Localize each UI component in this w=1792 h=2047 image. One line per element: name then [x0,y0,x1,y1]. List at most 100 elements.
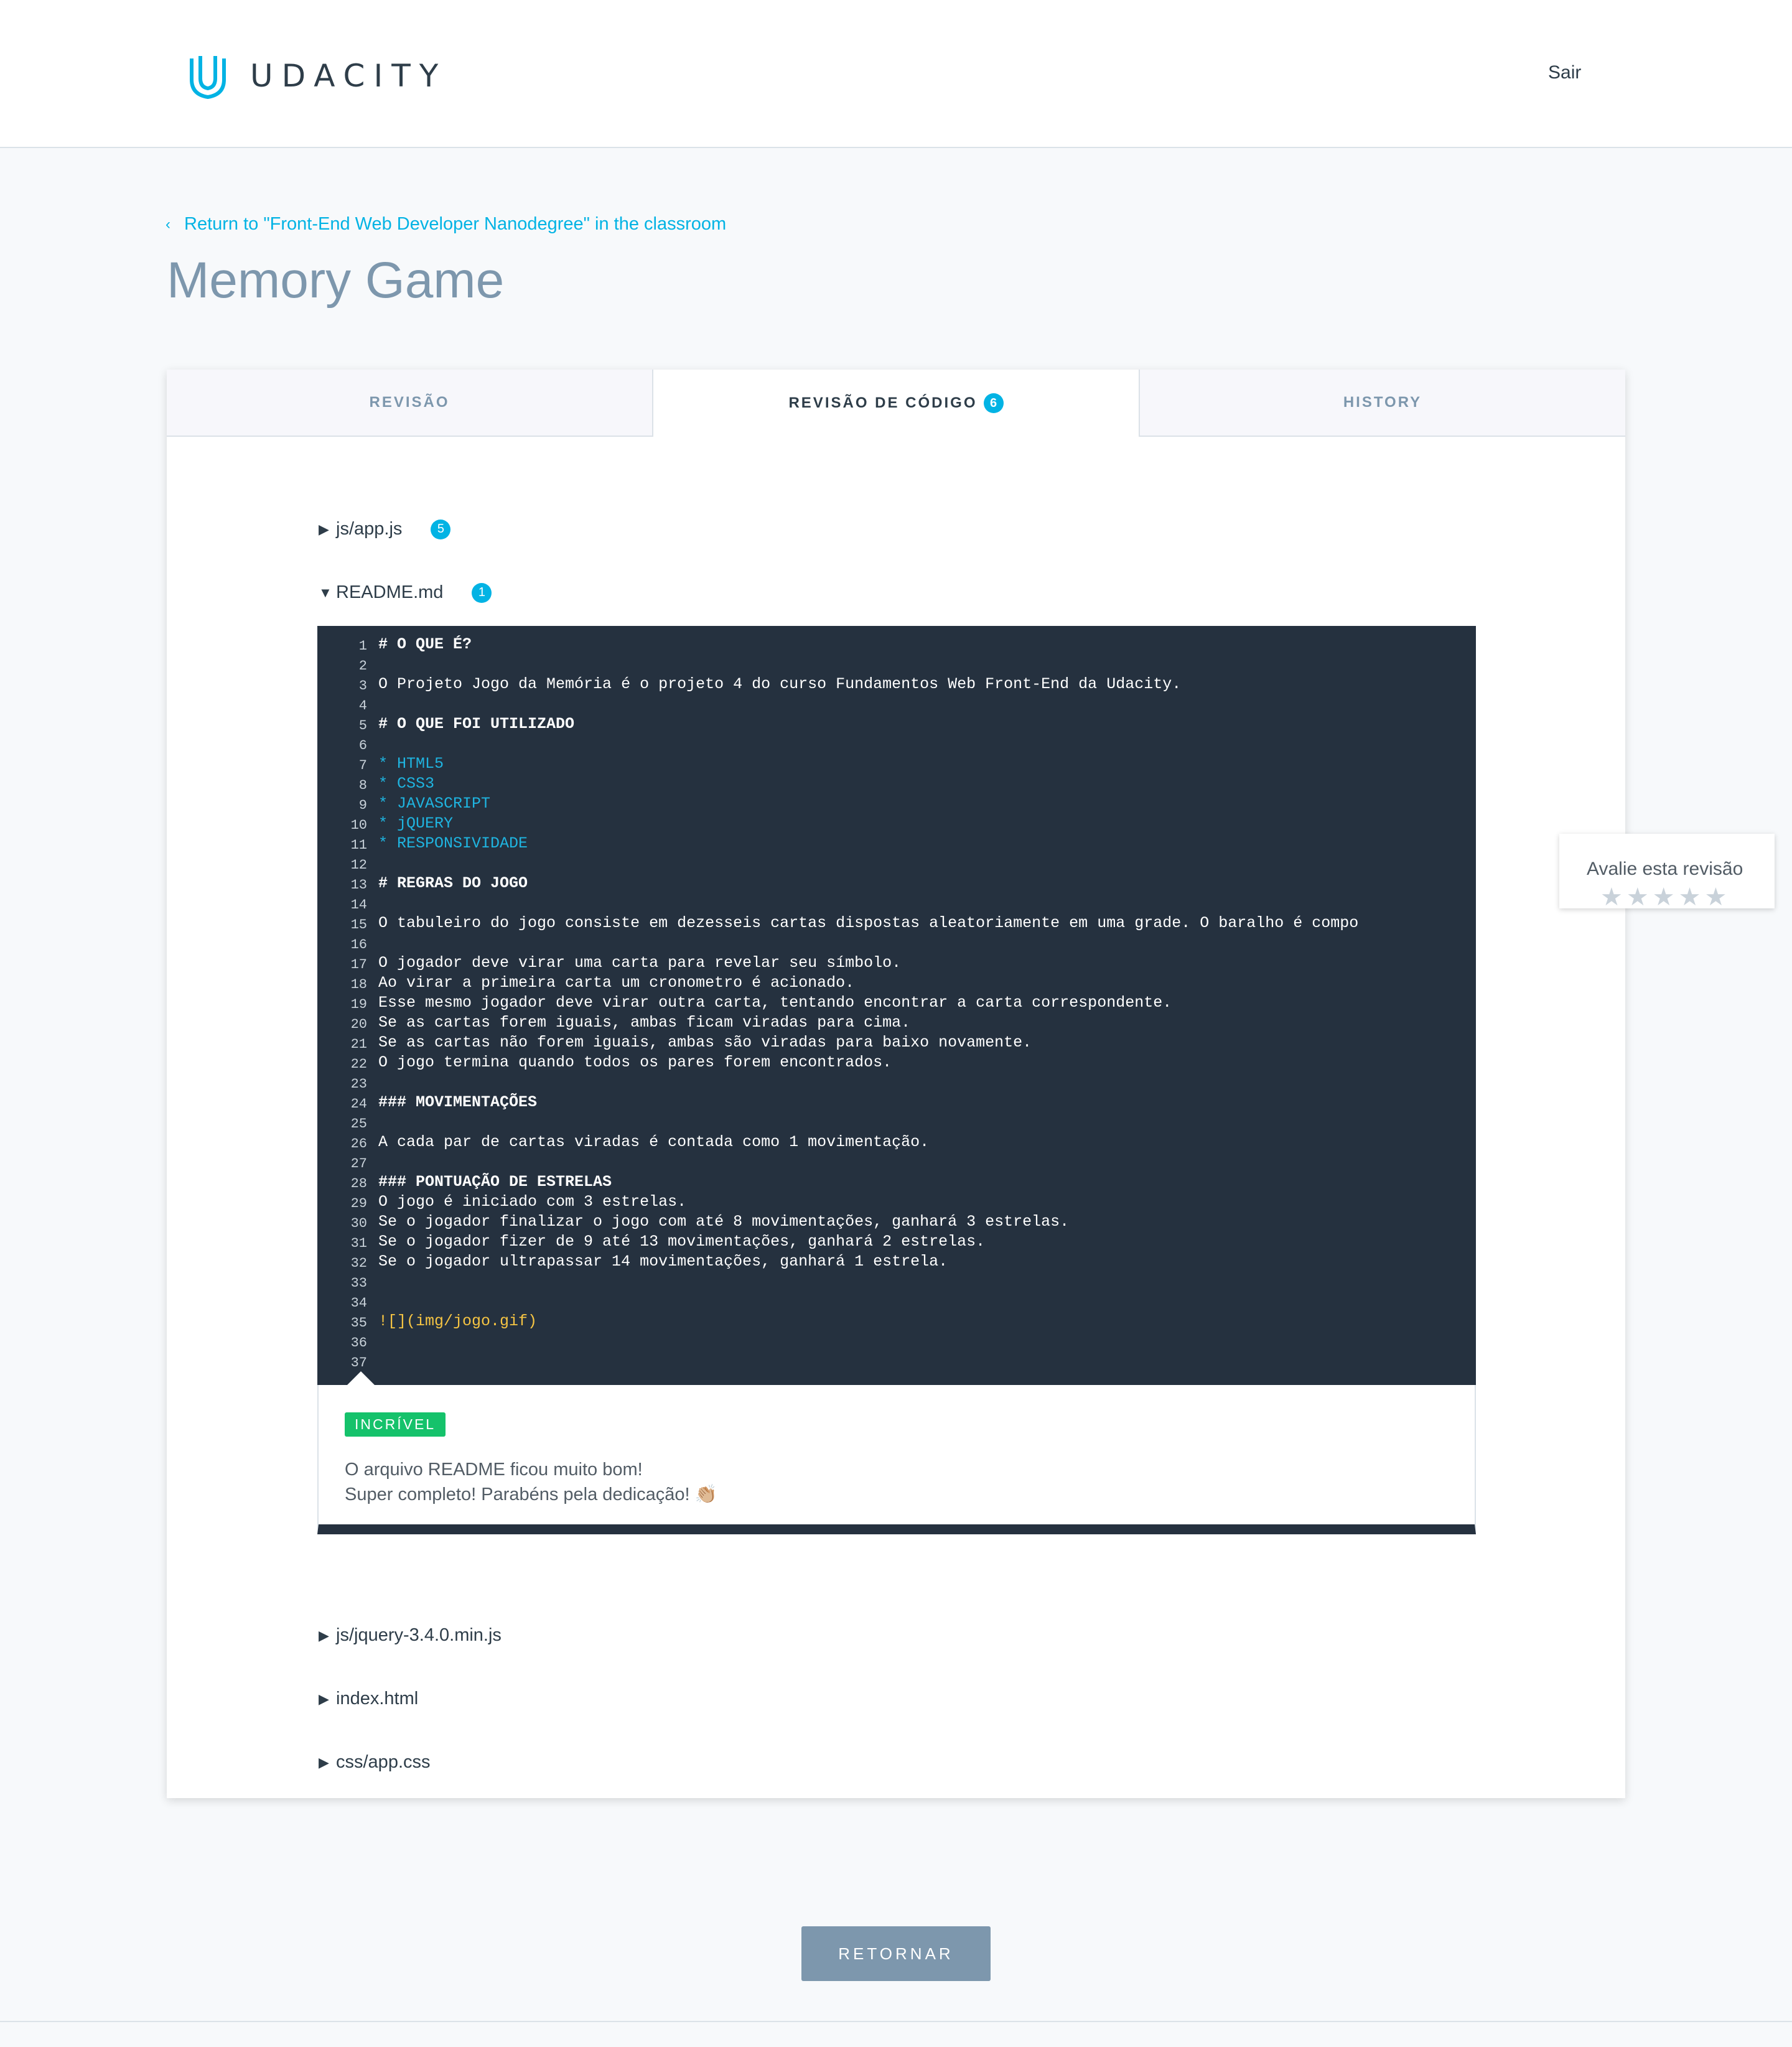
return-button[interactable]: RETORNAR [801,1926,991,1981]
line-text: * RESPONSIVIDADE [378,834,528,852]
back-link-label: Return to "Front-End Web Developer Nanod… [184,214,727,234]
line-text: O Projeto Jogo da Memória é o projeto 4 … [378,675,1182,693]
line-text: # O QUE FOI UTILIZADO [378,715,575,733]
code-line: 12 [317,854,378,874]
line-number: 6 [358,738,367,753]
code-line: 13 # REGRAS DO JOGO [317,874,528,893]
star-icon[interactable]: ★ [1600,885,1623,908]
line-number: 13 [350,877,367,893]
file-name: js/app.js [336,519,403,539]
line-text: O jogo termina quando todos os pares for… [378,1053,892,1071]
top-header: UDACITY Sair [0,0,1792,148]
line-number: 3 [358,678,367,694]
code-line: 28 ### PONTUAÇÃO DE ESTRELAS [317,1172,612,1192]
line-text: * JAVASCRIPT [378,795,491,813]
tab-code-review-label: REVISÃO DE CÓDIGO [788,394,978,411]
review-comment: INCRÍVEL O arquivo README ficou muito bo… [317,1371,1476,1534]
star-icon[interactable]: ★ [1679,885,1701,908]
clapping-hands-icon: 👏🏼 [694,1485,717,1504]
tab-code-review[interactable]: REVISÃO DE CÓDIGO 6 [652,370,1140,437]
line-number: 27 [350,1156,367,1172]
line-number: 1 [358,638,367,654]
line-text: O jogador deve virar uma carta para reve… [378,954,902,972]
line-number: 31 [350,1236,367,1251]
code-line: 20 Se as cartas forem iguais, ambas ficam… [317,1013,911,1033]
code-line: 32 Se o jogador ultrapassar 14 movimentaç… [317,1252,948,1272]
code-line: 27 [317,1152,378,1172]
caret-right-icon: ▶ [319,1690,329,1707]
line-number: 35 [350,1315,367,1331]
back-to-classroom-link[interactable]: ‹ Return to "Front-End Web Developer Nan… [166,214,726,235]
line-text: O jogo é iniciado com 3 estrelas. [378,1193,687,1211]
file-item-app-js[interactable]: ▶ js/app.js 5 [319,519,451,539]
line-text: Ao virar a primeira carta um cronometro … [378,974,855,992]
line-number: 30 [350,1216,367,1231]
code-line: 9 * JAVASCRIPT [317,794,490,814]
code-line: 19 Esse mesmo jogador deve virar outra ca… [317,993,1172,1013]
line-number: 23 [350,1076,367,1092]
code-line: 24 ### MOVIMENTAÇÕES [317,1093,537,1112]
code-line: 16 [317,933,378,953]
line-number: 25 [350,1116,367,1132]
star-icon[interactable]: ★ [1704,885,1727,908]
code-line: 18 Ao virar a primeira carta um cronometr… [317,973,855,993]
code-line: 17 O jogador deve virar uma carta para re… [317,953,902,973]
line-number: 2 [358,658,367,674]
code-line: 25 [317,1112,378,1132]
line-number: 32 [350,1256,367,1271]
code-line: 29 O jogo é iniciado com 3 estrelas. [317,1192,687,1212]
line-number: 10 [350,818,367,833]
file-name: index.html [336,1689,419,1709]
caret-right-icon: ▶ [319,1754,329,1770]
line-text: # REGRAS DO JOGO [378,874,528,892]
code-line: 30 Se o jogador finalizar o jogo com até … [317,1212,1070,1232]
star-rating[interactable]: ★ ★ ★ ★ ★ [1600,885,1727,908]
star-icon[interactable]: ★ [1626,885,1649,908]
signout-link[interactable]: Sair [1548,62,1581,83]
code-line: 5 # O QUE FOI UTILIZADO [317,714,574,734]
line-number: 5 [358,718,367,734]
file-item-jquery[interactable]: ▶ js/jquery-3.4.0.min.js [319,1625,502,1646]
code-line: 10 * jQUERY [317,814,453,834]
star-icon[interactable]: ★ [1653,885,1675,908]
file-item-readme[interactable]: ▼ README.md 1 [319,582,492,603]
code-line: 3 O Projeto Jogo da Memória é o projeto 4… [317,674,1181,694]
line-text: * jQUERY [378,814,454,832]
tab-code-review-count: 6 [983,393,1004,413]
rate-review-widget: Avalie esta revisão ★ ★ ★ ★ ★ [1559,834,1775,908]
line-text: Esse mesmo jogador deve virar outra cart… [378,994,1172,1012]
file-item-app-css[interactable]: ▶ css/app.css [319,1752,431,1773]
code-line: 22 O jogo termina quando todos os pares f… [317,1053,892,1073]
tab-history-label: HISTORY [1343,394,1422,411]
comment-line-2: Super completo! Parabéns pela dedicação!… [345,1482,717,1507]
code-line: 6 [317,734,378,754]
code-viewer[interactable]: 1 # O QUE É? 2 3 O Projeto Jogo da Memória é… [317,626,1476,1385]
code-line: 4 [317,694,378,714]
comment-line-2-text: Super completo! Parabéns pela dedicação! [345,1485,690,1504]
tab-review[interactable]: REVISÃO [167,370,652,437]
line-text: Se as cartas forem iguais, ambas ficam v… [378,1014,911,1032]
tab-history[interactable]: HISTORY [1140,370,1625,437]
code-line: 21 Se as cartas não forem iguais, ambas s… [317,1033,1032,1053]
line-number: 34 [350,1295,367,1311]
line-number: 26 [350,1136,367,1152]
udacity-logo[interactable]: UDACITY [183,51,447,101]
line-number: 17 [350,957,367,972]
code-line: 1 # O QUE É? [317,635,472,655]
line-number: 36 [350,1335,367,1351]
chevron-left-icon: ‹ [166,215,170,233]
line-number: 20 [350,1017,367,1032]
code-line: 33 [317,1272,378,1292]
page-title: Memory Game [167,252,505,309]
line-number: 22 [350,1056,367,1072]
line-number: 29 [350,1196,367,1211]
line-number: 7 [358,758,367,773]
review-card: REVISÃO REVISÃO DE CÓDIGO 6 HISTORY ▶ js… [167,370,1625,1798]
comment-text: O arquivo README ficou muito bom! Super … [345,1457,717,1507]
comment-pointer [347,1371,375,1385]
file-item-index-html[interactable]: ▶ index.html [319,1689,418,1709]
comment-count-badge: 1 [472,582,492,603]
comment-line-1: O arquivo README ficou muito bom! [345,1460,643,1480]
code-line: 8 * CSS3 [317,774,434,794]
line-number: 12 [350,857,367,873]
